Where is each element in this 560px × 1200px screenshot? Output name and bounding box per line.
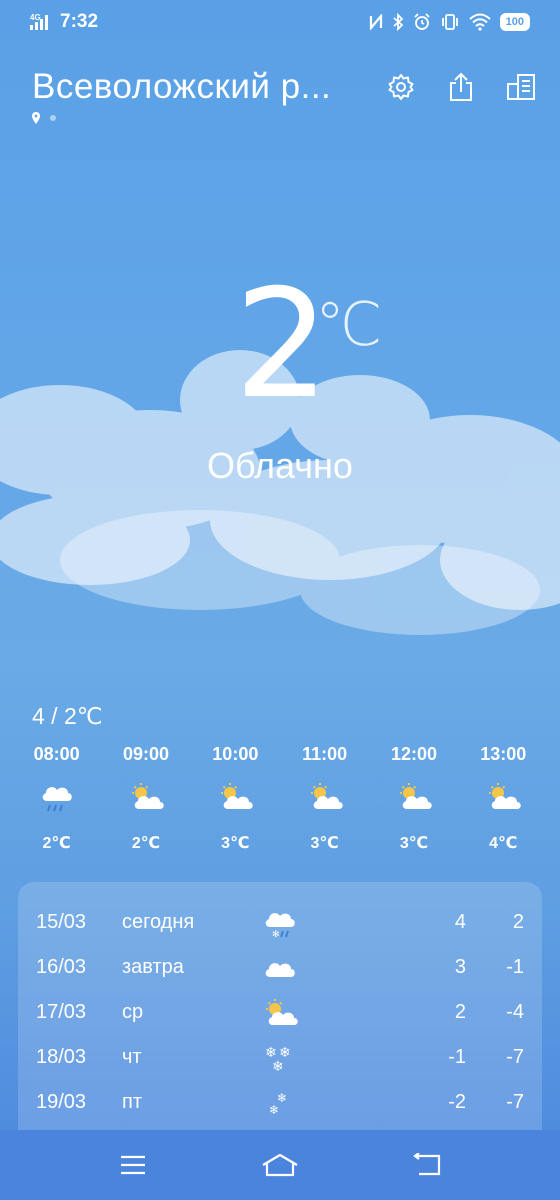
- day-name: пт: [122, 1091, 142, 1113]
- svg-text:✻: ✻: [272, 930, 280, 939]
- header: Всеволожский р...: [32, 62, 536, 112]
- weather-condition: Облачно: [207, 445, 353, 486]
- rain-cloud-icon: [12, 773, 101, 821]
- day-row[interactable]: 16/03 завтра 3 -1: [18, 945, 542, 990]
- header-actions: [386, 72, 536, 102]
- day-row[interactable]: 17/03 ср 2 -4: [18, 990, 542, 1035]
- day-row[interactable]: 19/03 пт ❄ ❄ -2 -7: [18, 1080, 542, 1125]
- day-low: -4: [506, 1001, 524, 1023]
- day-date: 18/03: [36, 1046, 87, 1068]
- city-title[interactable]: Всеволожский р...: [32, 67, 331, 107]
- partly-cloudy-icon: [191, 773, 280, 821]
- partly-cloudy-icon: [459, 773, 548, 821]
- today-range: 4 / 2℃: [32, 703, 103, 729]
- wifi-icon: [468, 13, 491, 31]
- temperature-value: 2: [234, 258, 329, 432]
- hour-item: 11:00 3℃: [280, 744, 369, 853]
- hour-time: 12:00: [390, 744, 437, 764]
- vibrate-icon: [441, 14, 458, 30]
- hour-temp: 2℃: [42, 835, 71, 852]
- day-low: 2: [512, 911, 524, 933]
- hour-time: 09:00: [122, 744, 170, 764]
- status-time: 7:32: [60, 11, 99, 32]
- share-icon[interactable]: [446, 72, 476, 102]
- day-low: -7: [506, 1091, 524, 1113]
- day-date: 16/03: [36, 956, 87, 978]
- hour-time: 13:00: [480, 744, 527, 764]
- hour-temp: 3℃: [221, 835, 250, 852]
- day-row[interactable]: 15/03 сегодня ✻ 4 2: [18, 900, 542, 945]
- hour-temp: 4℃: [489, 835, 518, 852]
- day-low: -7: [506, 1046, 524, 1068]
- day-high: 3: [454, 956, 466, 978]
- status-right: 100: [369, 13, 530, 31]
- location-pin-icon: [32, 112, 40, 124]
- partly-cloudy-icon: [260, 997, 300, 1029]
- hourly-forecast: 08:00 2℃ 09:00 2℃ 10:00 3℃ 11:00 3℃ 12:0…: [12, 744, 548, 853]
- hour-time: 11:00: [302, 744, 348, 764]
- day-date: 17/03: [36, 1001, 87, 1023]
- day-high: 4: [454, 911, 466, 933]
- current-temperature: 2: [0, 270, 560, 420]
- hour-item: 08:00 2℃: [12, 744, 101, 853]
- hour-time: 10:00: [212, 744, 259, 764]
- hour-time: 08:00: [33, 744, 80, 764]
- partly-cloudy-icon: [101, 773, 190, 821]
- snowflakes-icon: ❄ ❄ ❄: [260, 1043, 300, 1073]
- back-icon[interactable]: [407, 1145, 447, 1185]
- daily-forecast[interactable]: 15/03 сегодня ✻ 4 2 16/03 завтра 3 -1 17…: [18, 882, 542, 1132]
- day-high: 2: [454, 1001, 466, 1023]
- hour-temp: 3℃: [310, 835, 339, 852]
- hour-temp: 2℃: [131, 835, 161, 852]
- day-high: -2: [448, 1091, 466, 1113]
- hour-item: 10:00 3℃: [191, 744, 280, 853]
- nfc-icon: [369, 14, 382, 30]
- page-indicator: [32, 112, 56, 124]
- hour-item: 12:00 3℃: [369, 744, 458, 853]
- battery-icon: 100: [499, 13, 530, 31]
- gear-icon[interactable]: [386, 72, 416, 102]
- navigation-bar: [0, 1130, 560, 1200]
- signal-icon: 4G: [30, 13, 48, 30]
- network-type: 4G: [30, 13, 41, 22]
- day-name: завтра: [122, 956, 184, 978]
- status-left: 4G 7:32: [30, 11, 98, 33]
- menu-icon[interactable]: [113, 1145, 153, 1185]
- hour-temp: 3℃: [399, 835, 429, 852]
- svg-text:❄: ❄: [272, 1059, 284, 1073]
- bluetooth-icon: [393, 13, 403, 31]
- day-row[interactable]: 18/03 чт ❄ ❄ ❄ -1 -7: [18, 1035, 542, 1080]
- day-name: ср: [122, 1001, 144, 1023]
- city-list-icon[interactable]: [506, 72, 536, 102]
- hour-item: 13:00 4℃: [459, 744, 548, 853]
- day-date: 15/03: [36, 911, 87, 933]
- sleet-cloud-icon: ✻: [260, 907, 300, 939]
- snowflakes-small-icon: ❄ ❄: [260, 1088, 300, 1118]
- day-low: -1: [506, 956, 524, 978]
- status-bar: 4G 7:32 100: [0, 0, 560, 44]
- day-name: чт: [122, 1046, 142, 1068]
- page-dot: [50, 115, 56, 121]
- day-high: -1: [448, 1046, 466, 1068]
- svg-text:❄: ❄: [269, 1103, 279, 1117]
- partly-cloudy-icon: [369, 773, 458, 821]
- home-icon[interactable]: [260, 1145, 300, 1185]
- day-date: 19/03: [36, 1091, 87, 1113]
- partly-cloudy-icon: [280, 773, 369, 821]
- alarm-icon: [414, 13, 430, 30]
- hour-item: 09:00 2℃: [101, 744, 190, 853]
- day-name: сегодня: [122, 911, 195, 933]
- temperature-unit: ℃: [315, 291, 383, 358]
- cloud-icon: [260, 955, 300, 981]
